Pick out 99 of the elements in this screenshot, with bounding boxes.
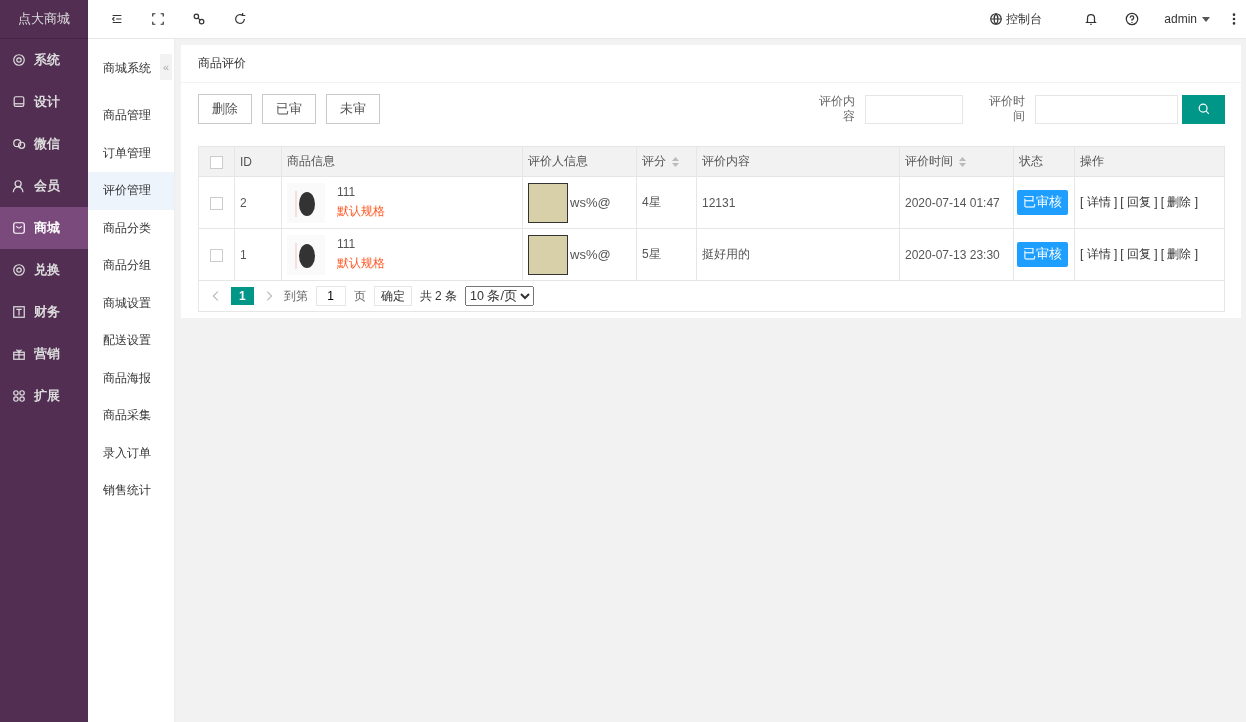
subnav-item[interactable]: 评价管理 [88, 172, 174, 210]
refresh-icon [232, 12, 247, 26]
checkbox[interactable] [210, 248, 223, 262]
subnav-title: 商城系统 [103, 59, 151, 77]
product-spec: 默认规格 [337, 255, 385, 272]
goto-label: 到第 [283, 287, 308, 305]
subnav-item[interactable]: 配送设置 [88, 322, 174, 360]
subnav-item[interactable]: 销售统计 [88, 472, 174, 510]
subnav-item[interactable]: 商品分类 [88, 209, 174, 247]
total-count: 共 2 条 [419, 287, 458, 305]
link-icon [191, 12, 206, 26]
sort-icon[interactable] [672, 156, 679, 167]
time-cell: 2020-07-13 23:30 [905, 247, 1000, 262]
avatar-placeholder [528, 182, 568, 223]
action-link[interactable]: [ 回复 ] [1120, 194, 1158, 211]
confirm-button[interactable]: 确定 [373, 286, 412, 306]
content-cell: 挺好用的 [702, 247, 750, 261]
column-header: 评价内容 [702, 154, 750, 168]
time-cell: 2020-07-14 01:47 [905, 195, 1000, 210]
subnav-item[interactable]: 商品海报 [88, 359, 174, 397]
toolbar-button[interactable]: 已审 [262, 94, 316, 124]
column-header: 状态 [1019, 154, 1043, 168]
reviewer-name: ws%@ [570, 247, 611, 262]
sidebar-item[interactable]: 系统 [0, 39, 88, 81]
user-icon [12, 179, 26, 193]
column-header: 评价人信息 [528, 154, 588, 168]
rating-cell: 5星 [642, 247, 661, 261]
sidebar-item[interactable]: 商城 [0, 207, 88, 249]
id-cell: 2 [240, 195, 247, 210]
fullscreen-icon [150, 12, 165, 26]
sidebar-label: 系统 [34, 51, 60, 69]
action-link[interactable]: [ 删除 ] [1160, 194, 1199, 211]
help-icon [1124, 12, 1139, 26]
action-link[interactable]: [ 详情 ] [1080, 194, 1118, 211]
subnav-item[interactable]: 商品分组 [88, 247, 174, 285]
sidebar-label: 扩展 [34, 387, 60, 405]
sidebar-item[interactable]: 设计 [0, 81, 88, 123]
gift-icon [12, 347, 26, 361]
sidebar-label: 财务 [34, 303, 60, 321]
globe-icon [989, 12, 1004, 26]
page-button[interactable]: 1 [231, 287, 254, 305]
bell-icon [1083, 12, 1098, 26]
search-button[interactable] [1182, 94, 1225, 124]
filter-input[interactable] [1035, 94, 1178, 124]
status-badge: 已审核 [1017, 242, 1068, 267]
sidebar-label: 兑换 [34, 261, 60, 279]
page-label: 页 [353, 287, 366, 305]
filter-label: 评价时间 [988, 94, 1025, 124]
status-badge: 已审核 [1017, 190, 1068, 215]
subnav-item[interactable]: 商品管理 [88, 97, 174, 135]
column-header: 评分 [642, 154, 666, 168]
console-link[interactable]: 控制台 [989, 10, 1043, 28]
filter-label: 评价内容 [818, 94, 855, 124]
column-header: 操作 [1080, 154, 1104, 168]
sidebar-item[interactable]: 财务 [0, 291, 88, 333]
sidebar-label: 商城 [34, 219, 60, 237]
chat-icon [12, 137, 26, 151]
bag-icon [12, 221, 26, 235]
sidebar-item[interactable]: 兑换 [0, 249, 88, 291]
page-size-select[interactable]: 10 条/页 [465, 286, 535, 306]
column-header: 商品信息 [287, 154, 335, 168]
avatar-placeholder [528, 234, 568, 275]
subnav-item[interactable]: 录入订单 [88, 434, 174, 472]
rating-cell: 4星 [642, 195, 661, 209]
sort-icon[interactable] [959, 156, 966, 167]
reviewer-name: ws%@ [570, 195, 611, 210]
user-menu[interactable]: admin [1164, 12, 1210, 26]
monitor-icon [12, 95, 26, 109]
sidebar-item[interactable]: 微信 [0, 123, 88, 165]
product-name: 111 [337, 237, 357, 251]
caret-icon [1202, 16, 1210, 22]
sidebar-label: 会员 [34, 177, 60, 195]
subnav-item[interactable]: 商品采集 [88, 397, 174, 435]
sidebar-label: 设计 [34, 93, 60, 111]
column-header: ID [240, 154, 252, 169]
sidebar-label: 营销 [34, 345, 60, 363]
action-link[interactable]: [ 回复 ] [1120, 246, 1158, 263]
subnav-item[interactable]: 商城设置 [88, 284, 174, 322]
toolbar-button[interactable]: 未审 [326, 94, 380, 124]
filter-input[interactable] [865, 94, 963, 124]
card-title: 商品评价 [198, 55, 246, 72]
checkbox[interactable] [210, 196, 223, 210]
column-header: 评价时间 [905, 154, 953, 168]
grid-icon [12, 389, 26, 403]
toolbar-button[interactable]: 删除 [198, 94, 252, 124]
sidebar-item[interactable]: 会员 [0, 165, 88, 207]
action-link[interactable]: [ 删除 ] [1160, 246, 1199, 263]
content-cell: 12131 [702, 195, 736, 210]
subnav-item[interactable]: 订单管理 [88, 134, 174, 172]
checkbox[interactable] [210, 155, 223, 169]
sidebar-label: 微信 [34, 135, 60, 153]
sidebar-item[interactable]: 扩展 [0, 375, 88, 417]
product-name: 111 [337, 185, 357, 199]
id-cell: 1 [240, 247, 247, 262]
page-input[interactable]: 1 [315, 286, 346, 306]
search-icon [1196, 102, 1211, 116]
sidebar-item[interactable]: 营销 [0, 333, 88, 375]
action-link[interactable]: [ 详情 ] [1080, 246, 1118, 263]
product-spec: 默认规格 [337, 203, 385, 220]
